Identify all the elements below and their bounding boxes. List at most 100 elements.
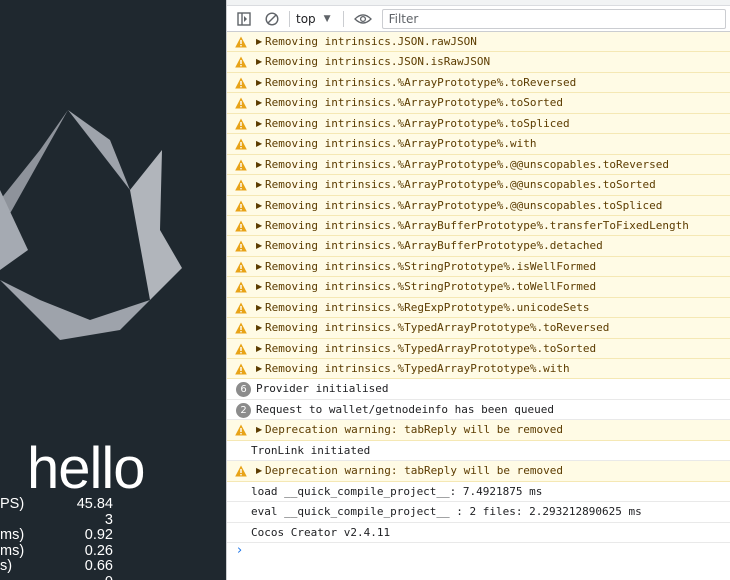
message-text: Removing intrinsics.%TypedArrayPrototype… bbox=[265, 341, 597, 355]
console-warning-message[interactable]: ▶ Removing intrinsics.JSON.rawJSON bbox=[227, 32, 730, 53]
console-warning-message[interactable]: ▶ Deprecation warning: tabReply will be r… bbox=[227, 420, 730, 441]
expand-triangle-icon[interactable]: ▶ bbox=[256, 139, 262, 148]
message-text: Removing intrinsics.%ArrayBufferPrototyp… bbox=[265, 218, 689, 232]
expand-triangle-icon[interactable]: ▶ bbox=[256, 98, 262, 107]
expand-triangle-icon[interactable]: ▶ bbox=[256, 344, 262, 353]
warning-icon bbox=[235, 322, 247, 334]
context-selector-value: top bbox=[296, 11, 316, 26]
stat-row: 3 bbox=[0, 511, 226, 529]
expand-triangle-icon[interactable]: ▶ bbox=[256, 37, 262, 46]
game-canvas: hello PS) 45.843 ms) 0.92 ms) 0.26 s) 0.660 bbox=[0, 0, 226, 580]
expand-triangle-icon[interactable]: ▶ bbox=[256, 221, 262, 230]
console-prompt[interactable]: › bbox=[227, 542, 730, 562]
console-warning-message[interactable]: ▶ Removing intrinsics.%ArrayPrototype%.to… bbox=[227, 113, 730, 135]
stat-label: ms) bbox=[0, 527, 25, 543]
expand-triangle-icon[interactable]: ▶ bbox=[256, 364, 262, 373]
warning-icon bbox=[235, 465, 247, 477]
console-warning-message[interactable]: ▶ Removing intrinsics.%ArrayPrototype%.@@… bbox=[227, 175, 730, 196]
devtools-console-panel: top ▼ ▶Removing intrinsics.JSON.rawJSON▶… bbox=[226, 0, 730, 580]
console-warning-message[interactable]: ▶ Removing intrinsics.%ArrayPrototype%.@@… bbox=[227, 154, 730, 176]
warning-icon bbox=[235, 138, 247, 150]
expand-triangle-icon[interactable]: ▶ bbox=[256, 201, 262, 210]
hello-label: hello bbox=[27, 436, 146, 501]
console-log-message: Cocos Creator v2.4.11 bbox=[227, 523, 730, 543]
message-text: Cocos Creator v2.4.11 bbox=[251, 525, 391, 539]
console-warning-message[interactable]: ▶ Removing intrinsics.%ArrayPrototype%.wi… bbox=[227, 134, 730, 155]
expand-triangle-icon[interactable]: ▶ bbox=[256, 282, 262, 291]
expand-triangle-icon[interactable]: ▶ bbox=[256, 78, 262, 87]
message-text: Removing intrinsics.%TypedArrayPrototype… bbox=[265, 362, 570, 375]
message-text: Provider initialised bbox=[256, 382, 389, 396]
stat-value: 0.66 bbox=[84, 558, 113, 574]
expand-triangle-icon[interactable]: ▶ bbox=[256, 57, 262, 66]
console-warning-message[interactable]: ▶ Removing intrinsics.JSON.isRawJSON bbox=[227, 52, 730, 73]
message-text: Removing intrinsics.JSON.rawJSON bbox=[265, 35, 477, 48]
expand-triangle-icon[interactable]: ▶ bbox=[256, 160, 262, 169]
stat-row: 0 bbox=[0, 574, 226, 580]
console-warning-message[interactable]: ▶ Deprecation warning: tabReply will be r… bbox=[227, 461, 730, 482]
stat-label: ms) bbox=[0, 542, 25, 559]
expand-triangle-icon[interactable]: ▶ bbox=[256, 241, 262, 250]
message-text: Removing intrinsics.%ArrayPrototype%.wit… bbox=[265, 137, 537, 151]
warning-icon bbox=[235, 343, 247, 355]
console-log-message: eval __quick_compile_project__ : 2 files… bbox=[227, 502, 730, 523]
message-text: Deprecation warning: tabReply will be re… bbox=[265, 423, 564, 437]
console-warning-message[interactable]: ▶ Removing intrinsics.%ArrayBufferPrototy… bbox=[227, 236, 730, 257]
repeat-count-badge: 6 bbox=[236, 382, 251, 398]
message-text: Deprecation warning: tabReply will be re… bbox=[265, 464, 564, 478]
caret-down-icon: ▼ bbox=[323, 13, 331, 24]
expand-triangle-icon[interactable]: ▶ bbox=[256, 425, 262, 434]
warning-icon bbox=[235, 97, 247, 109]
message-text: Removing intrinsics.%ArrayBufferPrototyp… bbox=[265, 239, 603, 253]
warning-icon bbox=[235, 118, 247, 130]
warning-icon bbox=[235, 424, 247, 436]
console-toolbar: top ▼ bbox=[227, 6, 730, 32]
warning-icon bbox=[235, 179, 247, 191]
stat-row: ms) 0.26 bbox=[0, 542, 226, 560]
expand-triangle-icon[interactable]: ▶ bbox=[256, 262, 262, 271]
console-warning-message[interactable]: ▶ Removing intrinsics.%StringPrototype%.t… bbox=[227, 277, 730, 298]
console-warning-message[interactable]: ▶ Removing intrinsics.%ArrayPrototype%.@@… bbox=[227, 195, 730, 216]
console-log-message: TronLink initiated bbox=[227, 441, 730, 462]
stat-value: 0 bbox=[105, 574, 113, 580]
clear-console-icon[interactable] bbox=[261, 8, 283, 30]
expand-triangle-icon[interactable]: ▶ bbox=[256, 466, 262, 475]
stat-row: PS) 45.84 bbox=[0, 496, 226, 513]
message-text: eval __quick_compile_project__ : 2 files… bbox=[251, 505, 642, 519]
expand-triangle-icon[interactable]: ▶ bbox=[256, 323, 262, 332]
warning-icon bbox=[235, 159, 247, 171]
warning-icon bbox=[235, 36, 247, 48]
message-text: TronLink initiated bbox=[251, 443, 371, 457]
console-warning-message[interactable]: ▶ Removing intrinsics.%TypedArrayPrototyp… bbox=[227, 318, 730, 339]
stat-value: 45.84 bbox=[76, 496, 113, 512]
console-warning-message[interactable]: ▶ Removing intrinsics.%RegExpPrototype%.u… bbox=[227, 297, 730, 319]
console-warning-message[interactable]: ▶ Removing intrinsics.%StringPrototype%.i… bbox=[227, 256, 730, 278]
expand-triangle-icon[interactable]: ▶ bbox=[256, 119, 262, 128]
stat-label: s) bbox=[0, 558, 13, 574]
expand-triangle-icon[interactable]: ▶ bbox=[256, 180, 262, 189]
console-log-message: 2 Request to wallet/getnodeinfo has been … bbox=[227, 400, 730, 421]
warning-icon bbox=[235, 302, 247, 314]
message-text: Removing intrinsics.JSON.isRawJSON bbox=[265, 55, 491, 69]
console-warning-message[interactable]: ▶ Removing intrinsics.%TypedArrayPrototyp… bbox=[227, 338, 730, 359]
eye-icon[interactable] bbox=[352, 8, 374, 30]
context-selector[interactable]: top ▼ bbox=[296, 12, 331, 26]
message-text: Removing intrinsics.%StringPrototype%.is… bbox=[265, 259, 597, 273]
filter-input[interactable] bbox=[381, 8, 726, 29]
stat-value: 3 bbox=[104, 511, 113, 528]
console-warning-message[interactable]: ▶ Removing intrinsics.%ArrayBufferPrototy… bbox=[227, 215, 730, 237]
warning-icon bbox=[235, 200, 247, 211]
message-text: Removing intrinsics.%StringPrototype%.to… bbox=[265, 280, 597, 294]
expand-triangle-icon[interactable]: ▶ bbox=[256, 303, 262, 312]
console-warning-message[interactable]: ▶ Removing intrinsics.%ArrayPrototype%.to… bbox=[227, 72, 730, 94]
warning-icon bbox=[235, 56, 247, 68]
cocos-logo bbox=[0, 110, 182, 340]
console-warning-message[interactable]: ▶ Removing intrinsics.%ArrayPrototype%.to… bbox=[227, 93, 730, 114]
stat-value: 0.92 bbox=[84, 527, 113, 543]
console-log-message: 6 Provider initialised bbox=[227, 379, 730, 400]
sidebar-toggle-icon[interactable] bbox=[233, 8, 255, 30]
warning-icon bbox=[235, 77, 247, 89]
stat-row: s) 0.66 bbox=[0, 558, 226, 575]
warning-icon bbox=[235, 220, 247, 232]
console-warning-message[interactable]: ▶ Removing intrinsics.%TypedArrayPrototyp… bbox=[227, 359, 730, 380]
